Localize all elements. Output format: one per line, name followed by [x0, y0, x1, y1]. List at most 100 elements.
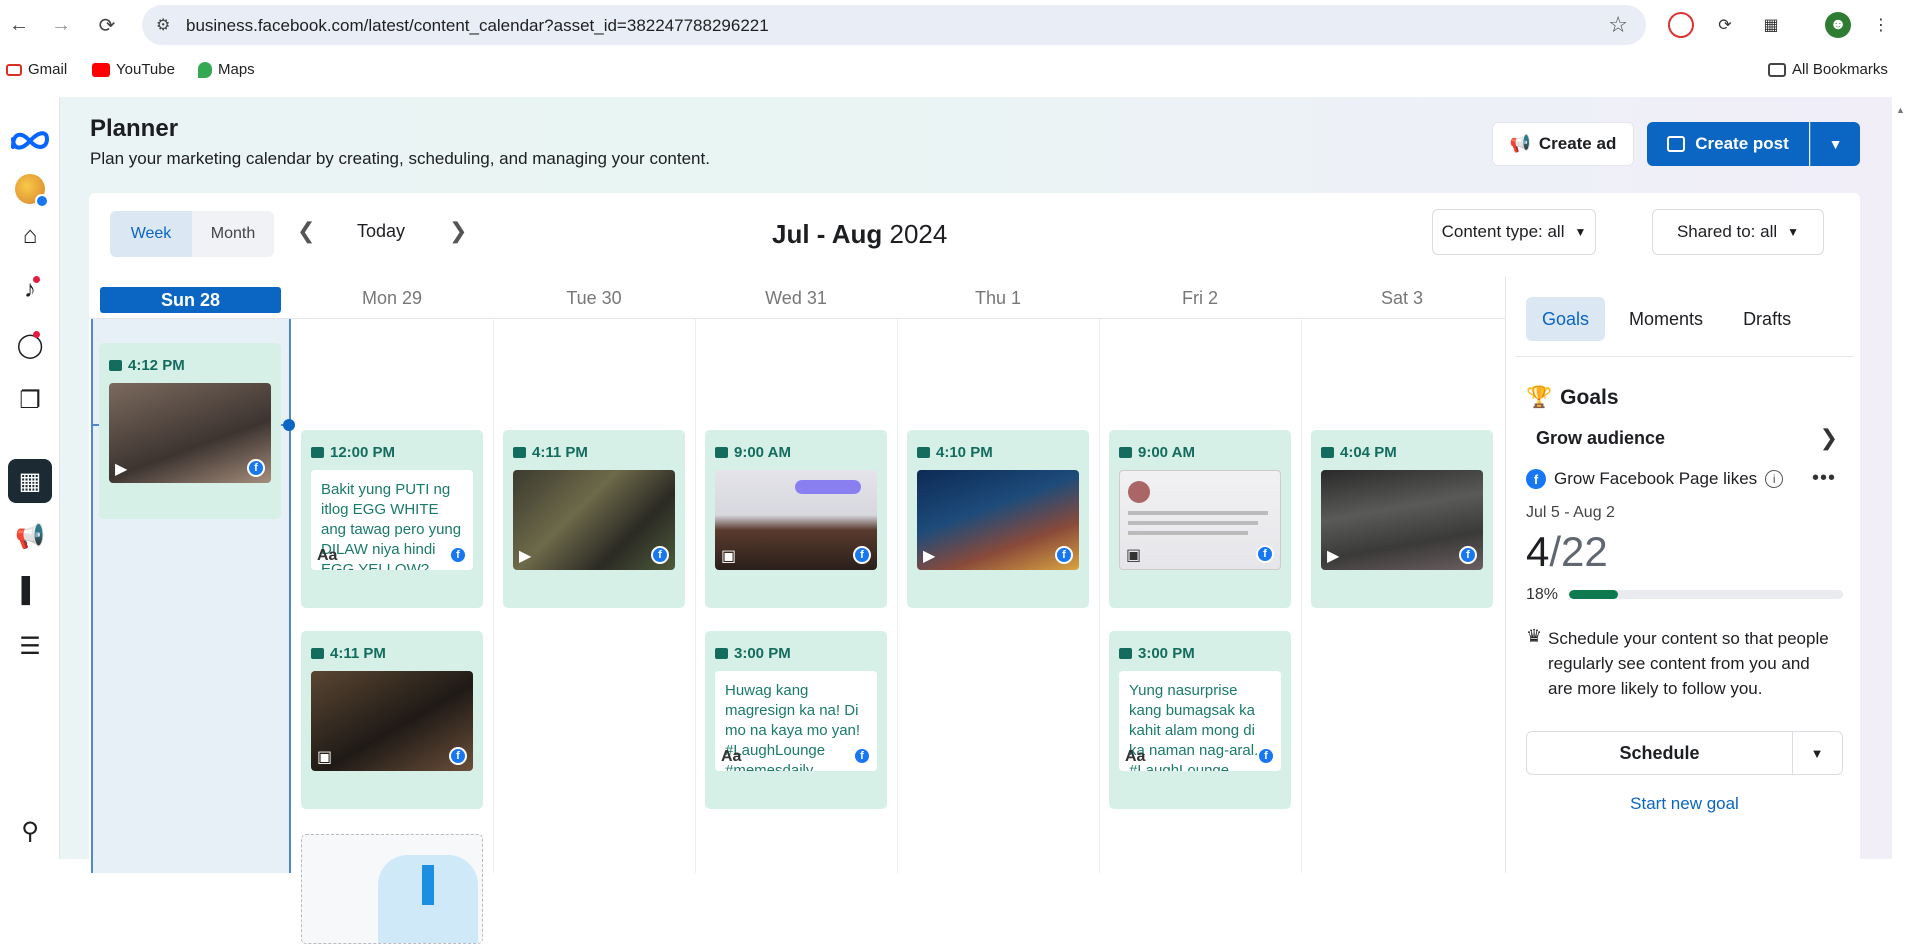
day-header[interactable]: Wed 31	[695, 277, 897, 319]
bookmark-maps[interactable]: Maps	[198, 61, 255, 78]
goal-title: f Grow Facebook Page likes i	[1526, 469, 1784, 489]
scheduled-post[interactable]: 4:12 PM ▶ f	[99, 343, 281, 519]
empty-draft-illustration	[301, 834, 483, 944]
all-bookmarks[interactable]: All Bookmarks	[1768, 61, 1888, 78]
calendar-icon	[715, 447, 728, 458]
month-view-button[interactable]: Month	[192, 211, 274, 257]
reel-icon: ▶	[923, 548, 936, 565]
post-time: 4:12 PM	[109, 357, 185, 374]
next-week-icon[interactable]: ❯	[449, 218, 467, 244]
home-icon[interactable]: ⌂	[8, 214, 52, 258]
insights-chart-icon[interactable]: ▌	[8, 569, 52, 613]
inbox-chat-icon[interactable]: ◯	[8, 323, 52, 367]
day-header[interactable]: Tue 30	[493, 277, 695, 319]
scheduled-post[interactable]: 4:11 PM ▣ f	[301, 631, 483, 809]
tab-goals[interactable]: Goals	[1526, 297, 1606, 341]
scroll-up-icon[interactable]: ▲	[1896, 105, 1905, 115]
post-time: 4:04 PM	[1321, 444, 1397, 461]
scheduled-post[interactable]: 3:00 PM Huwag kang magresign ka na! Di m…	[705, 631, 887, 809]
maps-icon	[198, 61, 212, 78]
profile-avatar[interactable]: ☻	[1825, 12, 1851, 38]
all-tools-menu-icon[interactable]: ☰	[8, 624, 52, 668]
meta-logo-icon[interactable]	[8, 117, 52, 161]
photo-icon: ▣	[721, 548, 737, 565]
day-header[interactable]: Fri 2	[1099, 277, 1301, 319]
calendar-icon	[311, 648, 324, 659]
scheduled-post[interactable]: 9:00 AM ▣ f	[1109, 430, 1291, 608]
more-options-icon[interactable]: •••	[1812, 467, 1836, 490]
schedule-dropdown[interactable]: ▼	[1792, 732, 1842, 774]
create-ad-button[interactable]: 📢 Create ad	[1492, 122, 1634, 166]
extensions-icon[interactable]: ▦	[1758, 12, 1784, 38]
week-view-button[interactable]: Week	[110, 211, 192, 257]
tab-moments[interactable]: Moments	[1613, 297, 1719, 341]
browser-menu-icon[interactable]: ⋮	[1868, 12, 1894, 38]
caret-down-icon: ▼	[1787, 225, 1800, 239]
planner-calendar-icon[interactable]: ▦	[8, 459, 52, 503]
text-post-icon: Aa	[317, 547, 338, 564]
scheduled-post[interactable]: 4:04 PM ▶ f	[1311, 430, 1493, 608]
scheduled-post[interactable]: 12:00 PM Bakit yung PUTI ng itlog EGG WH…	[301, 430, 483, 608]
goal-percent: 18%	[1526, 586, 1559, 603]
address-bar[interactable]: ⚙ business.facebook.com/latest/content_c…	[142, 5, 1646, 45]
post-time-label: 4:12 PM	[128, 357, 185, 374]
scheduled-post[interactable]: 3:00 PM Yung nasurprise kang bumagsak ka…	[1109, 631, 1291, 809]
column-divider	[695, 319, 696, 873]
content-icon[interactable]: ❐	[8, 378, 52, 422]
post-time: 12:00 PM	[311, 444, 395, 461]
tab-drafts[interactable]: Drafts	[1727, 297, 1807, 341]
url-text[interactable]: business.facebook.com/latest/content_cal…	[186, 16, 769, 36]
text-line-graphic	[1128, 521, 1258, 525]
crown-icon: ♛	[1526, 626, 1543, 646]
photo-icon: ▣	[1126, 547, 1142, 564]
current-time-dot	[283, 419, 295, 431]
site-info-icon[interactable]: ⚙	[156, 15, 170, 35]
search-icon[interactable]: ⚲	[8, 809, 52, 853]
day-header[interactable]: Thu 1	[897, 277, 1099, 319]
notifications-bell-icon[interactable]: ♪	[8, 268, 52, 312]
post-time-label: 4:11 PM	[330, 645, 386, 662]
post-thumbnail: ▣ f	[1119, 470, 1281, 570]
post-time-label: 3:00 PM	[1138, 645, 1195, 662]
content-type-label: Content type: all	[1441, 222, 1565, 241]
reel-icon: ▶	[115, 461, 128, 478]
page-scrollbar[interactable]: ▲	[1892, 97, 1908, 859]
day-header[interactable]: Sat 3	[1301, 277, 1503, 319]
page-avatar[interactable]	[8, 167, 52, 211]
forward-icon[interactable]: →	[46, 10, 76, 40]
post-thumbnail: ▶ f	[513, 470, 675, 570]
shared-to-filter[interactable]: Shared to: all ▼	[1652, 209, 1824, 255]
calendar-card: Week Month ❮ Today ❯ Jul - Aug 2024 Cont…	[89, 193, 1860, 944]
meta-logo-svg	[11, 131, 50, 150]
facebook-badge-icon	[35, 194, 49, 208]
today-button[interactable]: Today	[357, 221, 405, 242]
content-type-filter[interactable]: Content type: all ▼	[1432, 209, 1596, 255]
bookmark-star-icon[interactable]: ☆	[1608, 12, 1628, 38]
bookmark-gmail[interactable]: Gmail	[6, 61, 67, 78]
create-post-button[interactable]: Create post	[1647, 122, 1809, 166]
pokeball-extension-icon[interactable]	[1668, 12, 1694, 38]
ads-megaphone-icon[interactable]: 📢	[8, 514, 52, 558]
facebook-icon: f	[1055, 546, 1073, 564]
scheduled-post[interactable]: 9:00 AM ▣ f	[705, 430, 887, 608]
create-post-dropdown[interactable]: ▼	[1810, 122, 1860, 166]
sync-extension-icon[interactable]: ⟳	[1712, 12, 1738, 38]
reload-icon[interactable]: ⟳	[92, 10, 122, 40]
date-range-year: 2024	[889, 219, 948, 249]
info-icon[interactable]: i	[1765, 470, 1784, 488]
scheduled-post[interactable]: 4:11 PM ▶ f	[503, 430, 685, 608]
calendar-icon	[715, 648, 728, 659]
reel-icon: ▶	[519, 548, 532, 565]
grow-audience-link[interactable]: Grow audience	[1536, 428, 1665, 449]
start-new-goal-link[interactable]: Start new goal	[1526, 794, 1843, 814]
previous-week-icon[interactable]: ❮	[297, 218, 315, 244]
scheduled-post[interactable]: 4:10 PM ▶ f	[907, 430, 1089, 608]
day-header-today[interactable]: Sun 28	[100, 287, 281, 313]
schedule-button[interactable]: Schedule	[1527, 732, 1793, 774]
chevron-right-icon[interactable]: ❯	[1820, 425, 1838, 451]
back-icon[interactable]: ←	[4, 10, 34, 40]
bookmark-youtube[interactable]: YouTube	[92, 61, 175, 78]
text-line-graphic	[1128, 511, 1268, 515]
youtube-icon	[92, 62, 110, 77]
day-header[interactable]: Mon 29	[291, 277, 493, 319]
